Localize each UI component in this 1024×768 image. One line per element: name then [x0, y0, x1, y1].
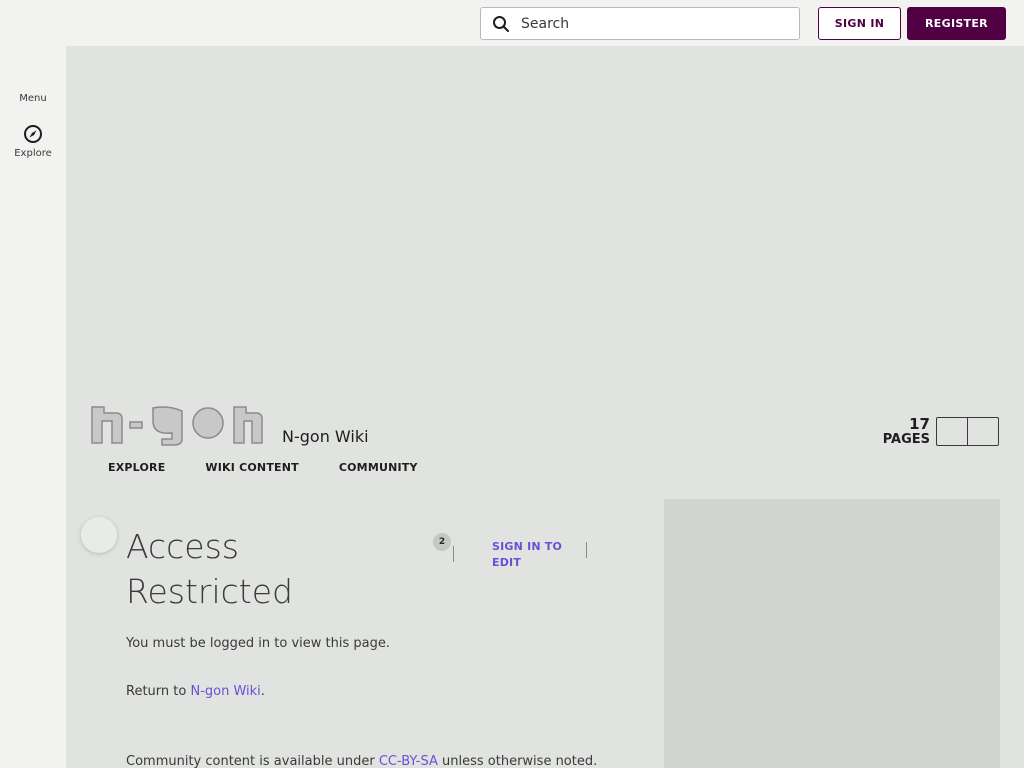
search-icon	[492, 15, 510, 33]
license-prefix: Community content is available under	[126, 754, 379, 768]
rail-menu-label[interactable]: Menu	[0, 93, 66, 104]
compass-icon	[23, 124, 43, 144]
wiki-tool-button-right[interactable]	[967, 418, 998, 445]
wiki-tool-button-left[interactable]	[937, 418, 967, 445]
divider	[453, 546, 454, 562]
return-line: Return to N-gon Wiki.	[126, 684, 265, 699]
register-button[interactable]: REGISTER	[907, 7, 1006, 40]
pages-counter: 17 PAGES	[866, 416, 930, 447]
avatar	[81, 517, 117, 553]
wiki-nav: EXPLORE WIKI CONTENT COMMUNITY	[108, 461, 418, 474]
nav-wiki-content[interactable]: WIKI CONTENT	[205, 461, 298, 474]
return-link[interactable]: N-gon Wiki	[190, 684, 260, 699]
main-content: N-gon Wiki 17 PAGES EXPLORE WIKI CONTENT…	[66, 46, 1024, 768]
license-notice: Community content is available under CC-…	[126, 754, 597, 768]
rail-explore-item[interactable]: Explore	[0, 124, 66, 159]
rail-explore-label: Explore	[14, 148, 52, 159]
wiki-tools-buttons	[936, 417, 999, 446]
search-placeholder: Search	[521, 16, 570, 32]
divider	[586, 542, 587, 558]
pages-count: 17	[909, 415, 930, 433]
right-rail-panel	[664, 499, 1000, 768]
sign-in-button[interactable]: SIGN IN	[818, 7, 901, 40]
comment-count-badge[interactable]: 2	[433, 533, 451, 551]
return-suffix: .	[260, 684, 265, 699]
left-rail: Menu Explore	[0, 46, 66, 768]
license-link[interactable]: CC-BY-SA	[379, 754, 438, 768]
license-suffix: unless otherwise noted.	[437, 754, 598, 768]
nav-community[interactable]: COMMUNITY	[339, 461, 418, 474]
pages-label: PAGES	[882, 432, 930, 447]
wiki-name[interactable]: N-gon Wiki	[282, 427, 369, 446]
nav-explore[interactable]: EXPLORE	[108, 461, 165, 474]
page-title: Access Restricted	[126, 527, 293, 611]
wiki-logo[interactable]	[90, 403, 266, 447]
sign-in-to-edit-link[interactable]: SIGN IN TO EDIT	[492, 539, 572, 571]
restriction-message: You must be logged in to view this page.	[126, 636, 390, 651]
top-bar: Search SIGN IN REGISTER	[0, 0, 1024, 46]
return-prefix: Return to	[126, 684, 191, 699]
search-box[interactable]: Search	[480, 7, 800, 40]
